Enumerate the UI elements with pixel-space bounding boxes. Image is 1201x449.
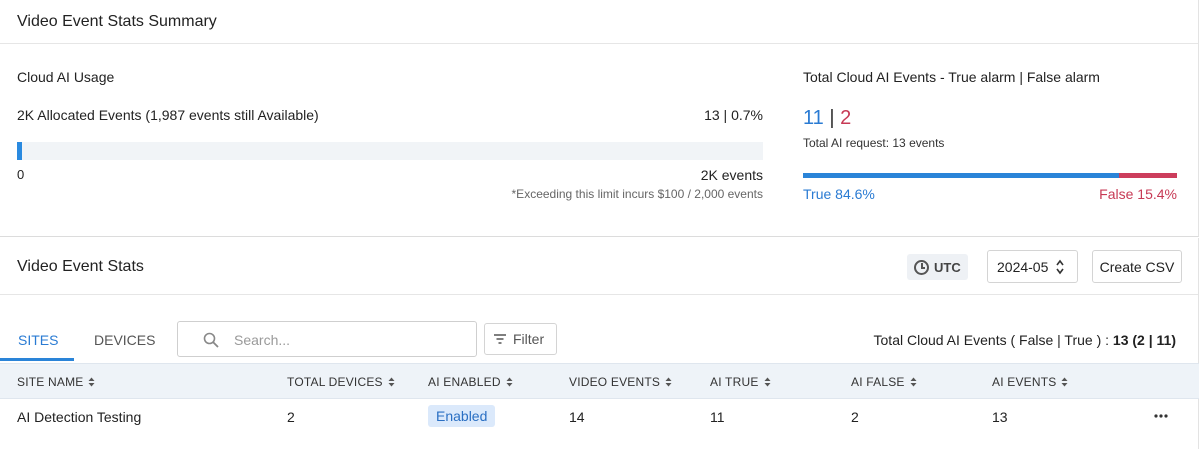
column-header-ai-events[interactable]: AI EVENTS bbox=[992, 375, 1068, 389]
sort-icon bbox=[506, 377, 513, 387]
active-tab-indicator bbox=[0, 358, 74, 361]
sort-icon bbox=[910, 377, 917, 387]
usage-axis-min: 0 bbox=[17, 167, 25, 182]
sort-icon bbox=[388, 377, 395, 387]
create-csv-button[interactable]: Create CSV bbox=[1092, 250, 1182, 283]
timezone-label: UTC bbox=[934, 259, 961, 275]
alarm-counts: 11 | 2 bbox=[803, 107, 851, 130]
cell-video-events: 14 bbox=[569, 409, 585, 425]
total-events-summary: Total Cloud AI Events ( False | True ) :… bbox=[874, 332, 1176, 348]
column-header-site-name[interactable]: SITE NAME bbox=[17, 375, 95, 389]
cell-ai-true: 11 bbox=[710, 409, 725, 425]
false-percent-label: False 15.4% bbox=[1099, 186, 1177, 202]
column-header-video-events[interactable]: VIDEO EVENTS bbox=[569, 375, 672, 389]
up-down-chevron-icon bbox=[1056, 259, 1064, 275]
cell-ai-false: 2 bbox=[851, 409, 859, 425]
split-false-segment bbox=[1119, 173, 1177, 178]
tab-sites[interactable]: SITES bbox=[18, 332, 58, 348]
false-count: 2 bbox=[840, 107, 852, 129]
sort-icon bbox=[665, 377, 672, 387]
usage-progress-fill bbox=[17, 142, 23, 160]
cell-site-name[interactable]: AI Detection Testing bbox=[17, 409, 141, 425]
table-header: SITE NAME TOTAL DEVICES AI ENABLED VIDEO… bbox=[0, 363, 1199, 399]
month-value: 2024-05 bbox=[997, 258, 1049, 275]
usage-label: Cloud AI Usage bbox=[17, 69, 115, 85]
sort-icon bbox=[764, 377, 771, 387]
filter-button[interactable]: Filter bbox=[484, 323, 557, 355]
ai-request-text: Total AI request: 13 events bbox=[803, 136, 945, 150]
usage-progress-track bbox=[17, 142, 763, 160]
timezone-chip[interactable]: UTC bbox=[907, 254, 968, 280]
true-percent-label: True 84.6% bbox=[803, 186, 875, 202]
allocated-text: 2K Allocated Events (1,987 events still … bbox=[17, 107, 319, 123]
filter-label: Filter bbox=[513, 331, 545, 347]
video-event-stats-card: Video Event Stats UTC 2024-05 Create CSV… bbox=[0, 238, 1199, 449]
tabs-toolbar: SITES DEVICES Filter Total Cloud AI Even… bbox=[0, 295, 1198, 363]
filter-icon bbox=[494, 334, 506, 344]
sort-icon bbox=[1061, 377, 1068, 387]
table-row[interactable]: AI Detection Testing 2 Enabled 14 11 2 1… bbox=[0, 399, 1199, 435]
count-separator: | bbox=[829, 107, 835, 129]
column-header-ai-false[interactable]: AI FALSE bbox=[851, 375, 917, 389]
clock-icon bbox=[914, 259, 929, 275]
true-false-split-bar bbox=[803, 173, 1177, 178]
true-count: 11 bbox=[803, 107, 824, 129]
total-events-value: 13 (2 | 11) bbox=[1112, 332, 1176, 348]
stats-title: Video Event Stats bbox=[17, 258, 144, 275]
summary-title: Video Event Stats Summary bbox=[0, 0, 1198, 44]
total-events-label: Total Cloud AI Events - True alarm | Fal… bbox=[803, 69, 1100, 85]
summary-card: Video Event Stats Summary Cloud AI Usage… bbox=[0, 0, 1199, 237]
column-header-ai-true[interactable]: AI TRUE bbox=[710, 375, 771, 389]
column-header-ai-enabled[interactable]: AI ENABLED bbox=[428, 375, 513, 389]
search-icon bbox=[203, 332, 219, 348]
cell-total-devices: 2 bbox=[287, 409, 295, 425]
allocation-row: 2K Allocated Events (1,987 events still … bbox=[17, 107, 763, 123]
usage-limit-note: *Exceeding this limit incurs $100 / 2,00… bbox=[511, 187, 763, 201]
tab-devices[interactable]: DEVICES bbox=[94, 332, 155, 348]
cell-ai-events: 13 bbox=[992, 409, 1008, 425]
split-true-segment bbox=[803, 173, 1120, 178]
usage-axis-max: 2K events bbox=[700, 167, 763, 183]
search-input[interactable] bbox=[234, 330, 464, 350]
month-select[interactable]: 2024-05 bbox=[987, 250, 1078, 283]
total-events-prefix: Total Cloud AI Events ( False | True ) : bbox=[873, 332, 1113, 348]
ai-enabled-badge: Enabled bbox=[428, 405, 496, 427]
stats-header: Video Event Stats UTC 2024-05 Create CSV bbox=[0, 238, 1198, 295]
used-text: 13 | 0.7% bbox=[704, 107, 763, 123]
search-box[interactable] bbox=[177, 321, 477, 357]
column-header-total-devices[interactable]: TOTAL DEVICES bbox=[287, 375, 395, 389]
sort-icon bbox=[88, 377, 95, 387]
more-options-icon[interactable] bbox=[1154, 414, 1168, 418]
